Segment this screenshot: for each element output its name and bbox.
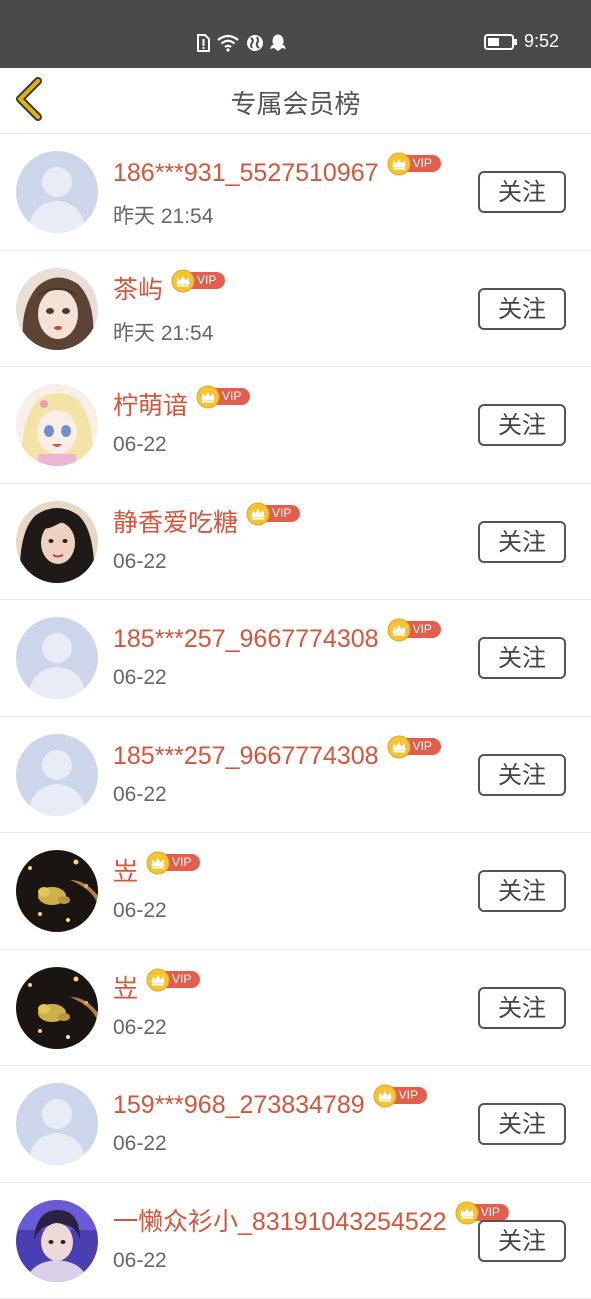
member-name[interactable]: 185***257_9667774308 xyxy=(113,741,379,771)
member-date: 06-22 xyxy=(113,433,167,457)
member-date: 06-22 xyxy=(113,666,167,690)
status-icons xyxy=(196,32,286,54)
vip-badge: VIP xyxy=(387,152,441,176)
member-name[interactable]: 岦 xyxy=(113,974,138,1004)
avatar[interactable] xyxy=(16,151,98,233)
avatar[interactable] xyxy=(16,850,98,932)
crown-icon xyxy=(455,1201,479,1225)
crown-icon xyxy=(171,269,195,293)
vip-badge: VIP xyxy=(387,618,441,642)
member-row[interactable]: 岦VIP06-22关注 xyxy=(0,950,591,1067)
member-row[interactable]: 岦VIP06-22关注 xyxy=(0,833,591,950)
wifi-icon xyxy=(216,34,240,52)
member-row[interactable]: 茶屿VIP昨天 21:54关注 xyxy=(0,251,591,368)
member-name[interactable]: 159***968_273834789 xyxy=(113,1090,365,1120)
crown-icon xyxy=(387,152,411,176)
member-name[interactable]: 岦 xyxy=(113,857,138,887)
sim-alert-icon xyxy=(196,34,210,52)
battery-icon xyxy=(484,33,518,51)
member-name[interactable]: 茶屿 xyxy=(113,275,163,305)
follow-button[interactable]: 关注 xyxy=(478,404,566,446)
follow-button[interactable]: 关注 xyxy=(478,754,566,796)
member-name[interactable]: 186***931_5527510967 xyxy=(113,158,379,188)
vip-badge: VIP xyxy=(246,502,300,526)
vip-badge: VIP xyxy=(171,269,225,293)
follow-button[interactable]: 关注 xyxy=(478,1103,566,1145)
vip-badge: VIP xyxy=(146,968,200,992)
member-row[interactable]: 159***968_273834789VIP06-22关注 xyxy=(0,1066,591,1183)
name-line: 岦VIP xyxy=(113,857,200,887)
avatar[interactable] xyxy=(16,967,98,1049)
member-date: 06-22 xyxy=(113,899,167,923)
crown-icon xyxy=(373,1084,397,1108)
member-date: 06-22 xyxy=(113,1016,167,1040)
member-name[interactable]: 静香爱吃糖 xyxy=(113,508,238,538)
member-date: 06-22 xyxy=(113,783,167,807)
member-date: 昨天 21:54 xyxy=(113,200,213,230)
page-title: 专属会员榜 xyxy=(0,84,591,121)
follow-button[interactable]: 关注 xyxy=(478,870,566,912)
member-list: 186***931_5527510967VIP昨天 21:54关注茶屿VIP昨天… xyxy=(0,134,591,1299)
avatar[interactable] xyxy=(16,384,98,466)
crown-icon xyxy=(246,502,270,526)
follow-button[interactable]: 关注 xyxy=(478,288,566,330)
name-line: 186***931_5527510967VIP xyxy=(113,158,441,188)
member-date: 06-22 xyxy=(113,1132,167,1156)
name-line: 一懒众衫小_83191043254522VIP xyxy=(113,1207,509,1237)
member-date: 06-22 xyxy=(113,1249,167,1273)
name-line: 茶屿VIP xyxy=(113,275,225,305)
vip-badge: VIP xyxy=(387,735,441,759)
status-bar: 9:52 xyxy=(0,0,591,68)
nav-bar: 专属会员榜 xyxy=(0,68,591,134)
member-date: 昨天 21:54 xyxy=(113,317,213,347)
qq-icon xyxy=(270,34,286,52)
name-line: 159***968_273834789VIP xyxy=(113,1090,427,1120)
vip-badge: VIP xyxy=(196,385,250,409)
member-row[interactable]: 一懒众衫小_83191043254522VIP 06-22 关注 xyxy=(0,1183,591,1299)
member-row[interactable]: 185***257_9667774308VIP06-22关注 xyxy=(0,717,591,834)
avatar[interactable] xyxy=(16,501,98,583)
member-name[interactable]: 柠萌谙 xyxy=(113,391,188,421)
vip-badge: VIP xyxy=(146,851,200,875)
member-row[interactable]: 柠萌谙VIP06-22关注 xyxy=(0,367,591,484)
name-line: 185***257_9667774308VIP xyxy=(113,624,441,654)
avatar[interactable] xyxy=(16,1200,98,1282)
crown-icon xyxy=(387,618,411,642)
follow-button[interactable]: 关注 xyxy=(478,987,566,1029)
follow-button[interactable]: 关注 xyxy=(478,171,566,213)
member-date: 06-22 xyxy=(113,550,167,574)
name-line: 柠萌谙VIP xyxy=(113,391,250,421)
avatar[interactable] xyxy=(16,268,98,350)
name-line: 185***257_9667774308VIP xyxy=(113,741,441,771)
member-row[interactable]: 186***931_5527510967VIP昨天 21:54关注 xyxy=(0,134,591,251)
status-right: 9:52 xyxy=(484,31,559,52)
follow-button[interactable]: 关注 xyxy=(478,521,566,563)
follow-button[interactable]: 关注 xyxy=(478,1220,566,1262)
member-name[interactable]: 一懒众衫小_83191043254522 xyxy=(113,1207,447,1237)
name-line: 岦VIP xyxy=(113,974,200,1004)
crown-icon xyxy=(196,385,220,409)
name-line: 静香爱吃糖VIP xyxy=(113,508,300,538)
follow-button[interactable]: 关注 xyxy=(478,637,566,679)
crown-icon xyxy=(146,968,170,992)
avatar[interactable] xyxy=(16,1083,98,1165)
globe-icon xyxy=(246,34,264,52)
status-time: 9:52 xyxy=(524,31,559,52)
vip-badge: VIP xyxy=(373,1084,427,1108)
avatar[interactable] xyxy=(16,734,98,816)
crown-icon xyxy=(387,735,411,759)
member-row[interactable]: 185***257_9667774308VIP06-22关注 xyxy=(0,600,591,717)
member-row[interactable]: 静香爱吃糖VIP06-22关注 xyxy=(0,484,591,601)
avatar[interactable] xyxy=(16,617,98,699)
member-name[interactable]: 185***257_9667774308 xyxy=(113,624,379,654)
crown-icon xyxy=(146,851,170,875)
